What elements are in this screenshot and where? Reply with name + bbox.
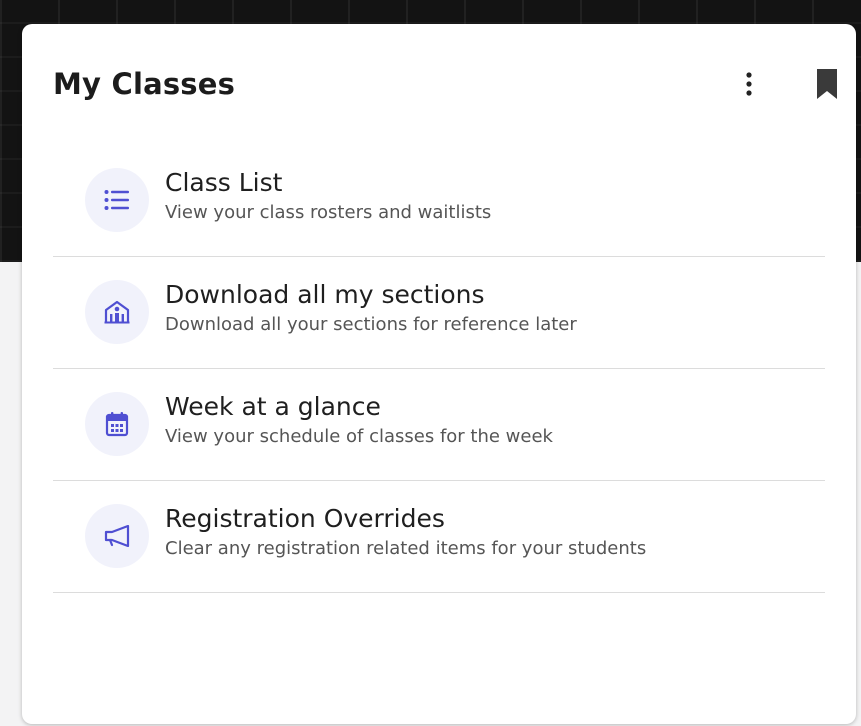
item-title: Week at a glance [165,392,381,421]
more-options-button[interactable] [733,68,765,100]
list-item-class-list[interactable]: Class List View your class rosters and w… [53,145,825,257]
classes-list: Class List View your class rosters and w… [53,145,825,593]
item-title: Download all my sections [165,280,485,309]
item-text: Week at a glance View your schedule of c… [165,390,553,450]
list-item-download-sections[interactable]: Download all my sections Download all yo… [53,257,825,369]
item-icon-circle [85,168,149,232]
list-icon [104,190,129,210]
card-title: My Classes [53,67,236,101]
item-icon-circle [85,504,149,568]
item-icon-circle [85,280,149,344]
list-item-registration-overrides[interactable]: Registration Overrides Clear any registr… [53,481,825,593]
bookmark-button[interactable] [810,67,844,101]
item-text: Class List View your class rosters and w… [165,166,491,226]
megaphone-icon [104,525,130,547]
item-title: Class List [165,168,283,197]
item-description: Download all your sections for reference… [165,314,577,335]
bookmark-icon [817,69,837,99]
item-text: Registration Overrides Clear any registr… [165,502,646,562]
item-description: View your class rosters and waitlists [165,202,492,223]
item-text: Download all my sections Download all yo… [165,278,577,338]
card-header: My Classes [53,62,837,106]
item-icon-circle [85,392,149,456]
school-building-icon [104,300,130,324]
item-title: Registration Overrides [165,504,445,533]
item-description: View your schedule of classes for the we… [165,426,553,447]
list-item-week-at-a-glance[interactable]: Week at a glance View your schedule of c… [53,369,825,481]
my-classes-card: My Classes Class List View your class ro… [22,24,856,724]
more-vertical-icon [746,72,752,96]
item-description: Clear any registration related items for… [165,538,647,559]
calendar-icon [105,412,129,437]
